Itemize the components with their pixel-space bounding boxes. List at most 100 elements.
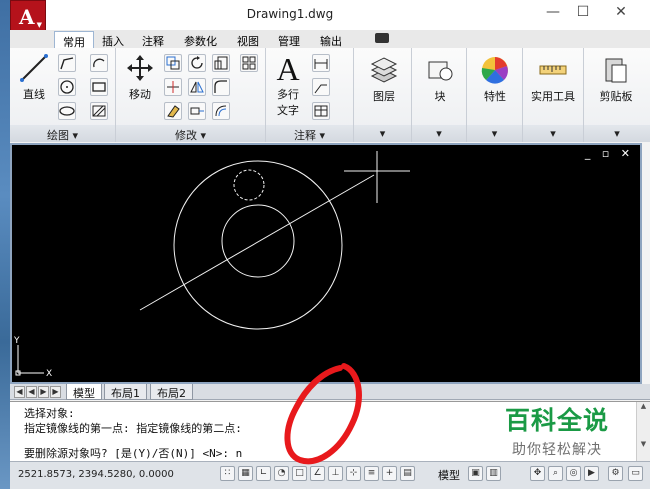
showmotion-icon[interactable]: ▶ xyxy=(584,466,599,481)
tab-insert[interactable]: 插入 xyxy=(94,31,132,48)
otrack-icon[interactable]: ∠ xyxy=(310,466,325,481)
panel-clipboard: 剪贴板 ▾ xyxy=(584,48,650,142)
dimension-icon[interactable] xyxy=(312,54,330,72)
panel-layers-footer[interactable]: ▾ xyxy=(354,125,411,142)
offset-icon[interactable] xyxy=(212,102,230,120)
panel-modify-footer[interactable]: 修改 ▾ xyxy=(116,125,265,142)
first-layout-button[interactable]: ◀ xyxy=(14,386,25,398)
tab-parametric[interactable]: 参数化 xyxy=(176,31,225,48)
close-button[interactable]: ✕ xyxy=(608,4,634,24)
layers-icon xyxy=(370,57,398,83)
tab-layout2[interactable]: 布局2 xyxy=(150,384,193,400)
quick-view-drawings-icon[interactable]: ▥ xyxy=(486,466,501,481)
erase-icon[interactable] xyxy=(164,102,182,120)
properties-button[interactable]: 特性 xyxy=(475,54,515,104)
drawing-canvas[interactable]: _ ▫ ✕ Y X xyxy=(10,143,642,384)
block-button[interactable]: 块 xyxy=(420,54,460,104)
drawing-geometry: Y X xyxy=(13,151,410,379)
utilities-button[interactable]: 实用工具 xyxy=(527,54,579,104)
next-layout-button[interactable]: ▶ xyxy=(38,386,49,398)
quick-view-layouts-icon[interactable]: ▣ xyxy=(468,466,483,481)
workspace-icon[interactable]: ⚙ xyxy=(608,466,623,481)
stretch-icon[interactable] xyxy=(188,102,206,120)
panel-layers: 图层 ▾ xyxy=(354,48,412,142)
command-history-line-1: 选择对象: xyxy=(24,407,75,420)
model-space-label[interactable]: 模型 xyxy=(438,467,460,483)
layout-tab-bar: ◀ ◀ ▶ ▶ 模型 布局1 布局2 xyxy=(10,384,650,400)
steering-wheel-icon[interactable]: ◎ xyxy=(566,466,581,481)
polar-icon[interactable]: ◔ xyxy=(274,466,289,481)
panel-modify: 移动 修改 ▾ xyxy=(116,48,266,142)
tab-manage[interactable]: 管理 xyxy=(270,31,308,48)
ducs-icon[interactable]: ⊥ xyxy=(328,466,343,481)
leader-icon[interactable] xyxy=(312,78,330,96)
command-prompt-line[interactable]: 要删除源对象吗? [是(Y)/否(N)] <N>: n xyxy=(24,445,242,461)
minimize-button[interactable]: — xyxy=(540,4,566,24)
panel-utilities-footer[interactable]: ▾ xyxy=(523,125,583,142)
fillet-icon[interactable] xyxy=(212,78,230,96)
mtext-label-1: 多行 xyxy=(277,88,299,101)
clean-screen-icon[interactable]: ▭ xyxy=(628,466,643,481)
tab-view[interactable]: 视图 xyxy=(229,31,267,48)
copy-icon[interactable] xyxy=(164,54,182,72)
panel-draw: 直线 绘图 ▾ xyxy=(10,48,116,142)
dyn-icon[interactable]: ⊹ xyxy=(346,466,361,481)
layers-button[interactable]: 图层 xyxy=(364,54,404,104)
hatch-icon[interactable] xyxy=(90,102,108,120)
paste-icon xyxy=(605,58,627,83)
pan-icon[interactable]: ✥ xyxy=(530,466,545,481)
multiline-text-button[interactable]: A 多行 文字 xyxy=(270,52,306,118)
line-button[interactable]: 直线 xyxy=(14,52,54,102)
arc-icon[interactable] xyxy=(90,54,108,72)
measure-icon xyxy=(539,65,567,75)
panel-properties-footer[interactable]: ▾ xyxy=(467,125,522,142)
mirror-icon[interactable] xyxy=(188,78,206,96)
snap-icon[interactable]: ∷ xyxy=(220,466,235,481)
ribbon: 直线 绘图 ▾ 移动 修改 ▾ A 多行 文字 注释 ▾ 图层 ▾ 块 ▾ 特性… xyxy=(10,48,650,142)
inner-circle xyxy=(221,204,295,278)
osnap-icon[interactable]: □ xyxy=(292,466,307,481)
panel-draw-footer[interactable]: 绘图 ▾ xyxy=(10,125,115,142)
tab-layout1[interactable]: 布局1 xyxy=(104,384,147,400)
line-label: 直线 xyxy=(23,88,45,101)
mirror-line xyxy=(139,174,375,311)
rotate-icon[interactable] xyxy=(188,54,206,72)
maximize-button[interactable]: ☐ xyxy=(570,4,596,24)
ellipse-icon[interactable] xyxy=(58,102,76,120)
tab-model[interactable]: 模型 xyxy=(66,384,102,400)
move-button[interactable]: 移动 xyxy=(120,52,160,102)
scale-icon[interactable] xyxy=(212,54,230,72)
tab-home[interactable]: 常用 xyxy=(54,31,94,49)
grid-icon[interactable]: ▦ xyxy=(238,466,253,481)
window-title: Drawing1.dwg xyxy=(246,7,334,21)
zoom-icon[interactable]: ⌕ xyxy=(548,466,563,481)
qp-icon[interactable]: + xyxy=(382,466,397,481)
last-layout-button[interactable]: ▶ xyxy=(50,386,61,398)
trim-icon[interactable] xyxy=(164,78,182,96)
watermark-sub-text: 助你轻松解决 xyxy=(512,442,602,458)
utilities-label: 实用工具 xyxy=(531,90,575,103)
clipboard-button[interactable]: 剪贴板 xyxy=(592,54,640,104)
status-bar: 2521.8573, 2394.5280, 0.0000 ∷ ▦ ∟ ◔ □ ∠… xyxy=(10,461,650,489)
ortho-icon[interactable]: ∟ xyxy=(256,466,271,481)
panel-block-footer[interactable]: ▾ xyxy=(412,125,466,142)
rectangle-icon[interactable] xyxy=(90,78,108,96)
move-icon xyxy=(127,55,153,81)
ucs-x-label: X xyxy=(46,369,52,379)
polyline-icon[interactable] xyxy=(58,54,76,72)
tab-annotate[interactable]: 注释 xyxy=(134,31,172,48)
color-wheel-icon xyxy=(481,57,508,84)
panel-utilities: 实用工具 ▾ xyxy=(523,48,584,142)
prev-layout-button[interactable]: ◀ xyxy=(26,386,37,398)
lineweight-icon[interactable]: ≡ xyxy=(364,466,379,481)
table-icon[interactable] xyxy=(312,102,330,120)
ribbon-toggle-icon[interactable] xyxy=(375,33,389,43)
block-icon xyxy=(428,61,453,81)
array-icon[interactable] xyxy=(240,54,258,72)
coordinate-readout[interactable]: 2521.8573, 2394.5280, 0.0000 xyxy=(18,469,174,480)
panel-clipboard-footer[interactable]: ▾ xyxy=(584,125,650,142)
tab-output[interactable]: 输出 xyxy=(312,31,350,48)
circle-icon[interactable] xyxy=(58,78,76,96)
panel-annotation-footer[interactable]: 注释 ▾ xyxy=(266,125,353,142)
sc-icon[interactable]: ▤ xyxy=(400,466,415,481)
